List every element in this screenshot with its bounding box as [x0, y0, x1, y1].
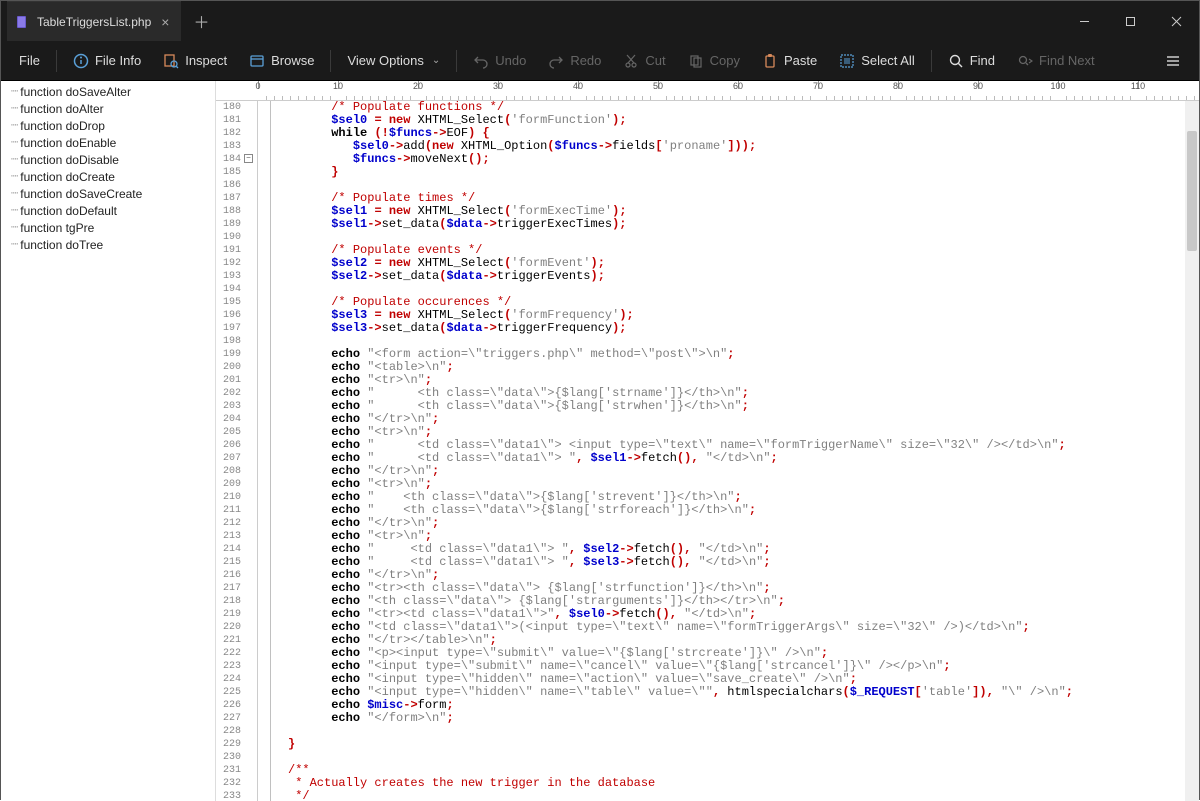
info-icon	[73, 53, 89, 69]
code-line[interactable]	[288, 725, 1199, 738]
scrollbar-thumb[interactable]	[1187, 131, 1197, 251]
title-bar: TableTriggersList.php × ＋	[1, 1, 1199, 41]
code-content[interactable]: /* Populate functions */ $sel0 = new XHT…	[258, 101, 1199, 801]
outline-item[interactable]: ┈function tgPre	[1, 219, 215, 236]
paste-icon	[762, 53, 778, 69]
outline-label: function tgPre	[20, 221, 94, 235]
outline-label: function doCreate	[20, 170, 115, 184]
outline-label: function doEnable	[20, 136, 116, 150]
view-options-menu[interactable]: View Options⌄	[337, 47, 450, 74]
file-info-button[interactable]: File Info	[63, 47, 151, 75]
hamburger-menu[interactable]	[1155, 47, 1191, 75]
outline-item[interactable]: ┈function doDefault	[1, 202, 215, 219]
redo-icon	[548, 53, 564, 69]
code-line[interactable]: * Actually creates the new trigger in th…	[288, 777, 1199, 790]
code-line[interactable]	[288, 751, 1199, 764]
outline-item[interactable]: ┈function doSaveCreate	[1, 185, 215, 202]
file-menu[interactable]: File	[9, 47, 50, 74]
undo-icon	[473, 53, 489, 69]
menu-icon	[1165, 53, 1181, 69]
select-all-button[interactable]: Select All	[829, 47, 924, 75]
new-tab-button[interactable]: ＋	[181, 9, 221, 33]
find-next-button[interactable]: Find Next	[1007, 47, 1105, 75]
main-area: ┈function doSaveAlter┈function doAlter┈f…	[1, 81, 1199, 801]
close-window-button[interactable]	[1153, 1, 1199, 41]
inspect-icon	[163, 53, 179, 69]
chevron-down-icon: ⌄	[432, 55, 440, 66]
code-line[interactable]: echo "</form>\n";	[288, 712, 1199, 725]
line-gutter: 180181182183184−185186187188189190191192…	[216, 101, 258, 801]
file-tab[interactable]: TableTriggersList.php ×	[7, 1, 181, 41]
browse-button[interactable]: Browse	[239, 47, 324, 75]
close-icon[interactable]: ×	[159, 14, 171, 30]
minimize-button[interactable]	[1061, 1, 1107, 41]
fold-toggle[interactable]: −	[244, 154, 253, 163]
inspect-button[interactable]: Inspect	[153, 47, 237, 75]
file-icon	[15, 15, 29, 29]
code-line[interactable]: $sel2->set_data($data->triggerEvents);	[288, 270, 1199, 283]
copy-button[interactable]: Copy	[678, 47, 750, 75]
code-line[interactable]: $sel3->set_data($data->triggerFrequency)…	[288, 322, 1199, 335]
code-line[interactable]: }	[288, 166, 1199, 179]
outline-label: function doTree	[20, 238, 103, 252]
code-line[interactable]: */	[288, 790, 1199, 801]
code-line[interactable]: $funcs->moveNext();	[288, 153, 1199, 166]
find-next-icon	[1017, 53, 1033, 69]
outline-item[interactable]: ┈function doEnable	[1, 134, 215, 151]
outline-label: function doDrop	[20, 119, 105, 133]
outline-label: function doDisable	[20, 153, 119, 167]
outline-item[interactable]: ┈function doCreate	[1, 168, 215, 185]
browse-icon	[249, 53, 265, 69]
undo-button[interactable]: Undo	[463, 47, 536, 75]
window-controls	[1061, 1, 1199, 41]
search-icon	[948, 53, 964, 69]
code-area[interactable]: 180181182183184−185186187188189190191192…	[216, 101, 1199, 801]
tab-title: TableTriggersList.php	[37, 15, 151, 29]
outline-item[interactable]: ┈function doSaveAlter	[1, 83, 215, 100]
outline-label: function doAlter	[20, 102, 103, 116]
cut-icon	[623, 53, 639, 69]
toolbar: File File Info Inspect Browse View Optio…	[1, 41, 1199, 81]
outline-item[interactable]: ┈function doTree	[1, 236, 215, 253]
redo-button[interactable]: Redo	[538, 47, 611, 75]
outline-item[interactable]: ┈function doDrop	[1, 117, 215, 134]
copy-icon	[688, 53, 704, 69]
paste-button[interactable]: Paste	[752, 47, 827, 75]
outline-item[interactable]: ┈function doAlter	[1, 100, 215, 117]
cut-button[interactable]: Cut	[613, 47, 675, 75]
code-line[interactable]: }	[288, 738, 1199, 751]
outline-item[interactable]: ┈function doDisable	[1, 151, 215, 168]
find-button[interactable]: Find	[938, 47, 1005, 75]
select-all-icon	[839, 53, 855, 69]
editor: 0102030405060708090100110120 18018118218…	[216, 81, 1199, 801]
code-line[interactable]: $sel1->set_data($data->triggerExecTimes)…	[288, 218, 1199, 231]
outline-sidebar[interactable]: ┈function doSaveAlter┈function doAlter┈f…	[1, 81, 216, 801]
maximize-button[interactable]	[1107, 1, 1153, 41]
vertical-scrollbar[interactable]	[1185, 101, 1199, 801]
ruler: 0102030405060708090100110120	[216, 81, 1199, 101]
outline-label: function doDefault	[20, 204, 117, 218]
outline-label: function doSaveCreate	[20, 187, 142, 201]
outline-label: function doSaveAlter	[20, 85, 131, 99]
